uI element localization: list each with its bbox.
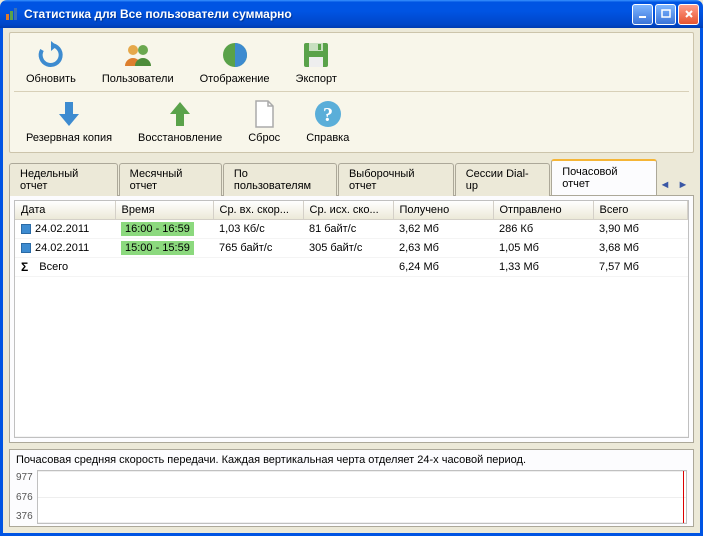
cell-sent: 1,05 Мб xyxy=(493,239,593,258)
cell-avgdl: 765 байт/с xyxy=(213,239,303,258)
chart-y-axis: 977 676 376 xyxy=(16,470,37,524)
toolbar-row-2: Резервная копия Восстановление Сброс ? С… xyxy=(14,94,689,148)
reset-label: Сброс xyxy=(248,132,280,144)
col-avgul[interactable]: Ср. исх. ско... xyxy=(303,201,393,220)
tab-hourly[interactable]: Почасовой отчет xyxy=(551,159,657,195)
chart-spike xyxy=(683,471,684,523)
col-total[interactable]: Всего xyxy=(593,201,688,220)
maximize-button[interactable] xyxy=(655,4,676,25)
col-received[interactable]: Получено xyxy=(393,201,493,220)
reset-button[interactable]: Сброс xyxy=(244,96,284,146)
col-avgdl[interactable]: Ср. вх. скор... xyxy=(213,201,303,220)
cell-avgul: 81 байт/с xyxy=(303,220,393,239)
users-label: Пользователи xyxy=(102,73,174,85)
chart-caption: Почасовая средняя скорость передачи. Каж… xyxy=(16,454,687,466)
toolbar: Обновить Пользователи Отображение Экспор… xyxy=(9,32,694,153)
tab-byusers[interactable]: По пользователям xyxy=(223,163,337,196)
cell-total: 3,90 Мб xyxy=(593,220,688,239)
close-button[interactable] xyxy=(678,4,699,25)
tab-scroll-left-icon[interactable]: ◄ xyxy=(658,178,672,192)
tab-bar: Недельный отчет Месячный отчет По пользо… xyxy=(9,159,694,195)
cell-date: 24.02.2011 xyxy=(35,223,89,235)
tab-weekly[interactable]: Недельный отчет xyxy=(9,163,118,196)
window-controls xyxy=(632,4,699,25)
chart-plot xyxy=(37,470,687,524)
arrow-down-icon xyxy=(53,98,85,130)
users-button[interactable]: Пользователи xyxy=(98,37,178,87)
cell-total: 3,68 Мб xyxy=(593,239,688,258)
display-label: Отображение xyxy=(200,73,270,85)
ytick: 676 xyxy=(16,492,33,503)
ytick: 376 xyxy=(16,511,33,522)
toolbar-separator xyxy=(14,91,689,92)
total-sent: 1,33 Мб xyxy=(493,258,593,277)
export-button[interactable]: Экспорт xyxy=(292,37,341,87)
titlebar: Статистика для Все пользователи суммарно xyxy=(0,0,703,28)
row-marker-icon xyxy=(21,224,31,234)
sigma-icon: Σ xyxy=(21,260,28,274)
row-marker-icon xyxy=(21,243,31,253)
refresh-icon xyxy=(35,39,67,71)
restore-button[interactable]: Восстановление xyxy=(134,96,226,146)
chart-panel: Почасовая средняя скорость передачи. Каж… xyxy=(9,449,694,527)
cell-sent: 286 Кб xyxy=(493,220,593,239)
refresh-button[interactable]: Обновить xyxy=(22,37,80,87)
floppy-icon xyxy=(300,39,332,71)
users-icon xyxy=(122,39,154,71)
report-grid: Дата Время Ср. вх. скор... Ср. исх. ско.… xyxy=(14,200,689,438)
window-content: Обновить Пользователи Отображение Экспор… xyxy=(0,28,703,536)
grid-header: Дата Время Ср. вх. скор... Ср. исх. ско.… xyxy=(15,201,688,220)
total-received: 6,24 Мб xyxy=(393,258,493,277)
toolbar-row-1: Обновить Пользователи Отображение Экспор… xyxy=(14,35,689,89)
cell-received: 3,62 Мб xyxy=(393,220,493,239)
tab-panel-hourly: Дата Время Ср. вх. скор... Ср. исх. ско.… xyxy=(9,195,694,443)
col-time[interactable]: Время xyxy=(115,201,213,220)
cell-received: 2,63 Мб xyxy=(393,239,493,258)
help-button[interactable]: ? Справка xyxy=(302,96,353,146)
tab-monthly[interactable]: Месячный отчет xyxy=(119,163,222,196)
refresh-label: Обновить xyxy=(26,73,76,85)
cell-time: 16:00 - 16:59 xyxy=(121,222,194,236)
display-button[interactable]: Отображение xyxy=(196,37,274,87)
tab-dialup[interactable]: Сессии Dial-up xyxy=(455,163,550,196)
app-icon xyxy=(4,6,20,22)
window-title: Статистика для Все пользователи суммарно xyxy=(24,7,632,21)
help-label: Справка xyxy=(306,132,349,144)
cell-date: 24.02.2011 xyxy=(35,242,89,254)
minimize-button[interactable] xyxy=(632,4,653,25)
tab-custom[interactable]: Выборочный отчет xyxy=(338,163,454,196)
help-icon: ? xyxy=(312,98,344,130)
backup-button[interactable]: Резервная копия xyxy=(22,96,116,146)
cell-avgdl: 1,03 Кб/с xyxy=(213,220,303,239)
cell-time: 15:00 - 15:59 xyxy=(121,241,194,255)
restore-label: Восстановление xyxy=(138,132,222,144)
document-icon xyxy=(248,98,280,130)
total-label: Всего xyxy=(39,261,68,273)
col-sent[interactable]: Отправлено xyxy=(493,201,593,220)
arrow-up-icon xyxy=(164,98,196,130)
backup-label: Резервная копия xyxy=(26,132,112,144)
total-total: 7,57 Мб xyxy=(593,258,688,277)
table-row[interactable]: 24.02.2011 15:00 - 15:59 765 байт/с 305 … xyxy=(15,239,688,258)
ytick: 977 xyxy=(16,472,33,483)
display-icon xyxy=(219,39,251,71)
svg-text:?: ? xyxy=(323,104,333,126)
col-date[interactable]: Дата xyxy=(15,201,115,220)
export-label: Экспорт xyxy=(296,73,337,85)
tab-scroll-right-icon[interactable]: ► xyxy=(676,178,690,192)
table-total-row[interactable]: Σ Всего 6,24 Мб 1,33 Мб 7,57 Мб xyxy=(15,258,688,277)
tab-scroll-controls: ◄ ► xyxy=(658,178,694,195)
table-row[interactable]: 24.02.2011 16:00 - 16:59 1,03 Кб/с 81 ба… xyxy=(15,220,688,239)
cell-avgul: 305 байт/с xyxy=(303,239,393,258)
